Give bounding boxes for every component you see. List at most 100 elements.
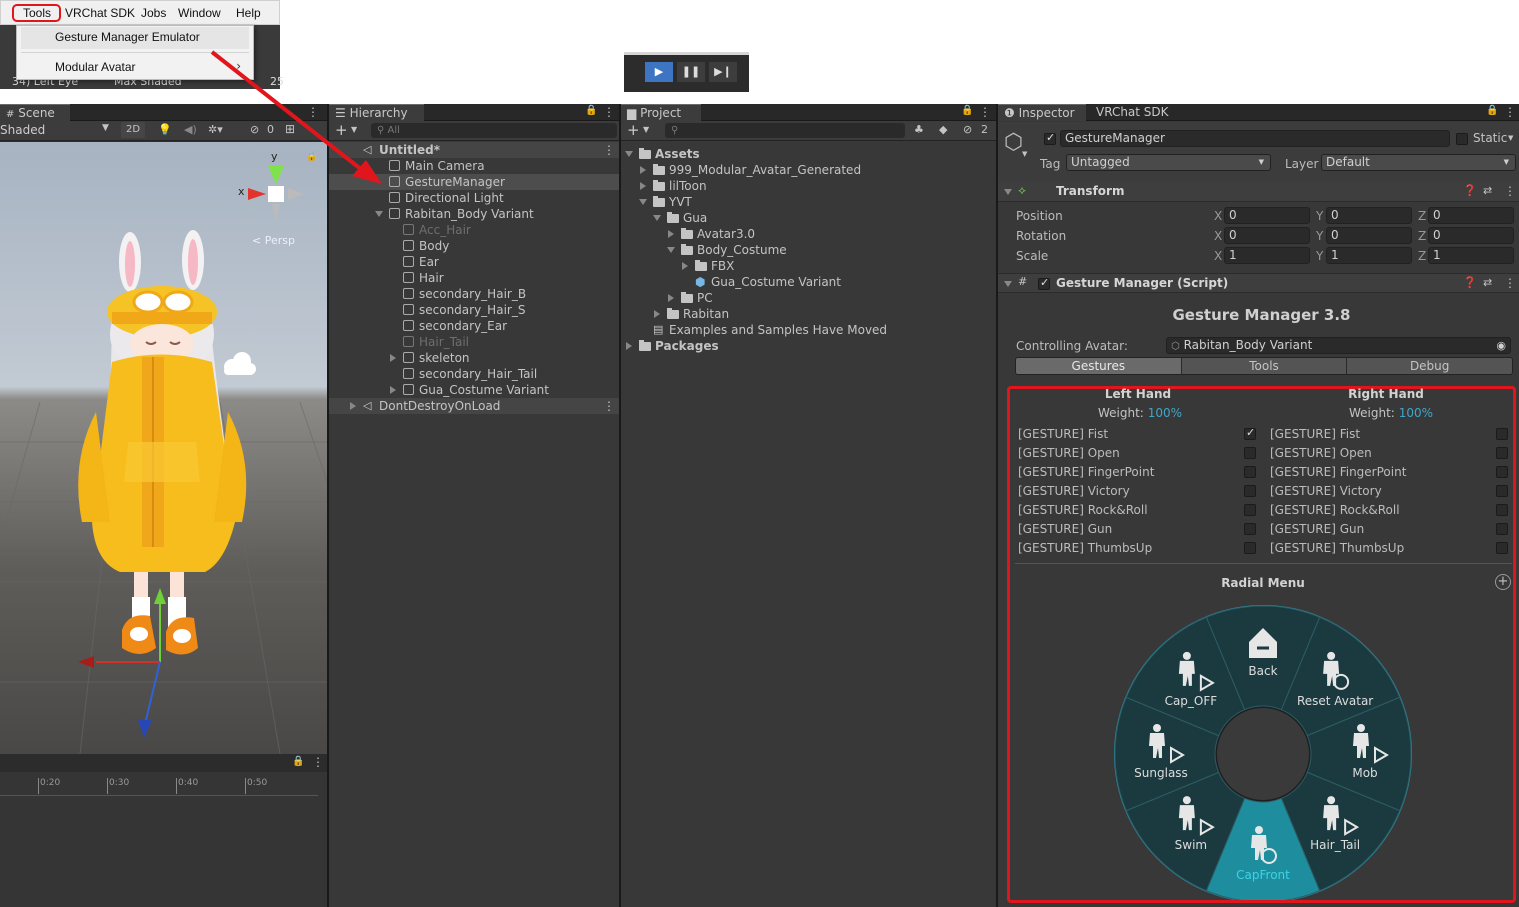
object-name-field[interactable]: GestureManager bbox=[1060, 130, 1450, 147]
timeline-ruler[interactable]: 0:20 0:30 0:40 0:50 bbox=[0, 778, 318, 796]
fold-arrow-icon[interactable] bbox=[350, 402, 356, 410]
left-gesture-checkbox[interactable] bbox=[1244, 485, 1256, 497]
layer-dropdown[interactable]: Default ▼ bbox=[1321, 154, 1516, 171]
fold-arrow-icon[interactable] bbox=[654, 310, 660, 318]
right-gesture-checkbox[interactable] bbox=[1496, 447, 1508, 459]
transform-y-field[interactable]: 0 bbox=[1326, 227, 1412, 244]
persp-label[interactable]: < Persp bbox=[252, 234, 295, 247]
pause-button[interactable]: ❚❚ bbox=[677, 62, 705, 82]
object-picker-icon[interactable]: ◉ bbox=[1496, 338, 1506, 353]
chevron-down-icon[interactable]: ▼ bbox=[643, 125, 649, 134]
more-menu-icon[interactable]: ⋮ bbox=[1504, 104, 1516, 121]
project-item[interactable]: Packages bbox=[621, 338, 996, 354]
more-menu-icon[interactable]: ⋮ bbox=[603, 398, 615, 414]
hierarchy-item[interactable]: Hair bbox=[329, 270, 619, 286]
project-item[interactable]: Body_Costume bbox=[621, 242, 996, 258]
fold-arrow-icon[interactable] bbox=[668, 230, 674, 238]
static-checkbox[interactable] bbox=[1456, 133, 1468, 145]
controlling-avatar-field[interactable]: ⬡ Rabitan_Body Variant ◉ bbox=[1166, 337, 1511, 354]
play-button[interactable]: ▶ bbox=[645, 62, 673, 82]
hierarchy-item[interactable]: Acc_Hair bbox=[329, 222, 619, 238]
left-gesture-checkbox[interactable] bbox=[1244, 542, 1256, 554]
project-item[interactable]: 999_Modular_Avatar_Generated bbox=[621, 162, 996, 178]
more-menu-icon[interactable]: ⋮ bbox=[603, 104, 615, 121]
right-gesture-checkbox[interactable] bbox=[1496, 485, 1508, 497]
project-item[interactable]: FBX bbox=[621, 258, 996, 274]
right-gesture-checkbox[interactable] bbox=[1496, 542, 1508, 554]
hierarchy-item[interactable]: secondary_Hair_Tail bbox=[329, 366, 619, 382]
right-gesture-checkbox[interactable] bbox=[1496, 466, 1508, 478]
tab-debug[interactable]: Debug bbox=[1346, 358, 1512, 374]
more-menu-icon[interactable]: ⋮ bbox=[1504, 276, 1516, 290]
left-gesture-checkbox[interactable] bbox=[1244, 466, 1256, 478]
active-checkbox[interactable] bbox=[1044, 131, 1056, 145]
tab-tools[interactable]: Tools bbox=[1180, 358, 1347, 374]
fold-arrow-icon[interactable] bbox=[639, 199, 647, 205]
transform-header[interactable]: ⟡ Transform ❓ ⇄ ⋮ bbox=[998, 182, 1519, 202]
preset-icon[interactable]: ⇄ bbox=[1483, 276, 1492, 289]
transform-x-field[interactable]: 1 bbox=[1224, 247, 1310, 264]
scene-viewport[interactable]: y x < Persp 🔒 bbox=[0, 142, 327, 754]
project-item[interactable]: YVT bbox=[621, 194, 996, 210]
script-enabled-checkbox[interactable] bbox=[1038, 276, 1050, 290]
hierarchy-item[interactable]: ◁ DontDestroyOnLoad ⋮ bbox=[329, 398, 619, 414]
fold-arrow-icon[interactable] bbox=[375, 211, 383, 217]
project-item[interactable]: Assets bbox=[621, 146, 996, 162]
fold-arrow-icon[interactable] bbox=[653, 215, 661, 221]
project-item[interactable]: ▤ Examples and Samples Have Moved bbox=[621, 322, 996, 338]
transform-x-field[interactable]: 0 bbox=[1224, 227, 1310, 244]
tab-vrchat-sdk[interactable]: VRChat SDK bbox=[1090, 104, 1175, 121]
transform-y-field[interactable]: 1 bbox=[1326, 247, 1412, 264]
preset-icon[interactable]: ⇄ bbox=[1483, 184, 1492, 197]
project-item[interactable]: Rabitan bbox=[621, 306, 996, 322]
more-menu-icon[interactable]: ⋮ bbox=[312, 755, 324, 769]
lock-icon[interactable]: 🔒 bbox=[292, 756, 304, 767]
more-menu-icon[interactable]: ⋮ bbox=[979, 104, 991, 121]
more-menu-icon[interactable]: ⋮ bbox=[1504, 184, 1516, 198]
transform-y-field[interactable]: 0 bbox=[1326, 207, 1412, 224]
lock-icon[interactable]: 🔒 bbox=[1486, 105, 1498, 116]
fold-arrow-icon[interactable] bbox=[667, 247, 675, 253]
hierarchy-item[interactable]: skeleton bbox=[329, 350, 619, 366]
hierarchy-item[interactable]: secondary_Hair_S bbox=[329, 302, 619, 318]
project-item[interactable]: ⬢ Gua_Costume Variant bbox=[621, 274, 996, 290]
right-gesture-checkbox[interactable] bbox=[1496, 523, 1508, 535]
hierarchy-item[interactable]: secondary_Hair_B bbox=[329, 286, 619, 302]
hierarchy-item[interactable]: secondary_Ear bbox=[329, 318, 619, 334]
fold-arrow-icon[interactable] bbox=[640, 182, 646, 190]
hierarchy-item[interactable]: Body bbox=[329, 238, 619, 254]
transform-z-field[interactable]: 0 bbox=[1428, 227, 1514, 244]
transform-z-field[interactable]: 1 bbox=[1428, 247, 1514, 264]
tab-gestures[interactable]: Gestures bbox=[1016, 358, 1181, 374]
tab-inspector[interactable]: ❶ Inspector bbox=[998, 104, 1086, 121]
lock-icon[interactable]: 🔒 bbox=[585, 105, 597, 116]
fold-arrow-icon[interactable] bbox=[626, 342, 632, 350]
tab-project[interactable]: ▆ Project bbox=[621, 104, 701, 121]
step-button[interactable]: ▶❙ bbox=[709, 62, 737, 82]
project-item[interactable]: lilToon bbox=[621, 178, 996, 194]
left-gesture-checkbox[interactable] bbox=[1244, 447, 1256, 459]
fold-arrow-icon[interactable] bbox=[390, 386, 396, 394]
project-item[interactable]: Avatar3.0 bbox=[621, 226, 996, 242]
script-header[interactable]: # Gesture Manager (Script) ❓ ⇄ ⋮ bbox=[998, 273, 1519, 293]
static-label[interactable]: Static bbox=[1473, 131, 1507, 145]
help-icon[interactable]: ❓ bbox=[1463, 276, 1477, 289]
fold-arrow-icon[interactable] bbox=[640, 166, 646, 174]
more-menu-icon[interactable]: ⋮ bbox=[603, 142, 615, 158]
lock-icon[interactable]: 🔒 bbox=[961, 105, 973, 116]
right-gesture-checkbox[interactable] bbox=[1496, 504, 1508, 516]
hidden-packages-icon[interactable]: ⊘ bbox=[963, 123, 972, 136]
fold-arrow-icon[interactable] bbox=[668, 294, 674, 302]
transform-z-field[interactable]: 0 bbox=[1428, 207, 1514, 224]
fold-arrow-icon[interactable] bbox=[625, 151, 633, 157]
right-gesture-checkbox[interactable] bbox=[1496, 428, 1508, 440]
project-item[interactable]: PC bbox=[621, 290, 996, 306]
project-item[interactable]: Gua bbox=[621, 210, 996, 226]
add-button[interactable]: + bbox=[627, 121, 640, 139]
left-gesture-checkbox[interactable] bbox=[1244, 523, 1256, 535]
fold-arrow-icon[interactable] bbox=[390, 354, 396, 362]
fold-arrow-icon[interactable] bbox=[682, 262, 688, 270]
help-icon[interactable]: ❓ bbox=[1463, 184, 1477, 197]
filter-type-icon[interactable]: ♣ bbox=[914, 123, 924, 136]
label-icon[interactable]: ◆ bbox=[939, 123, 947, 136]
